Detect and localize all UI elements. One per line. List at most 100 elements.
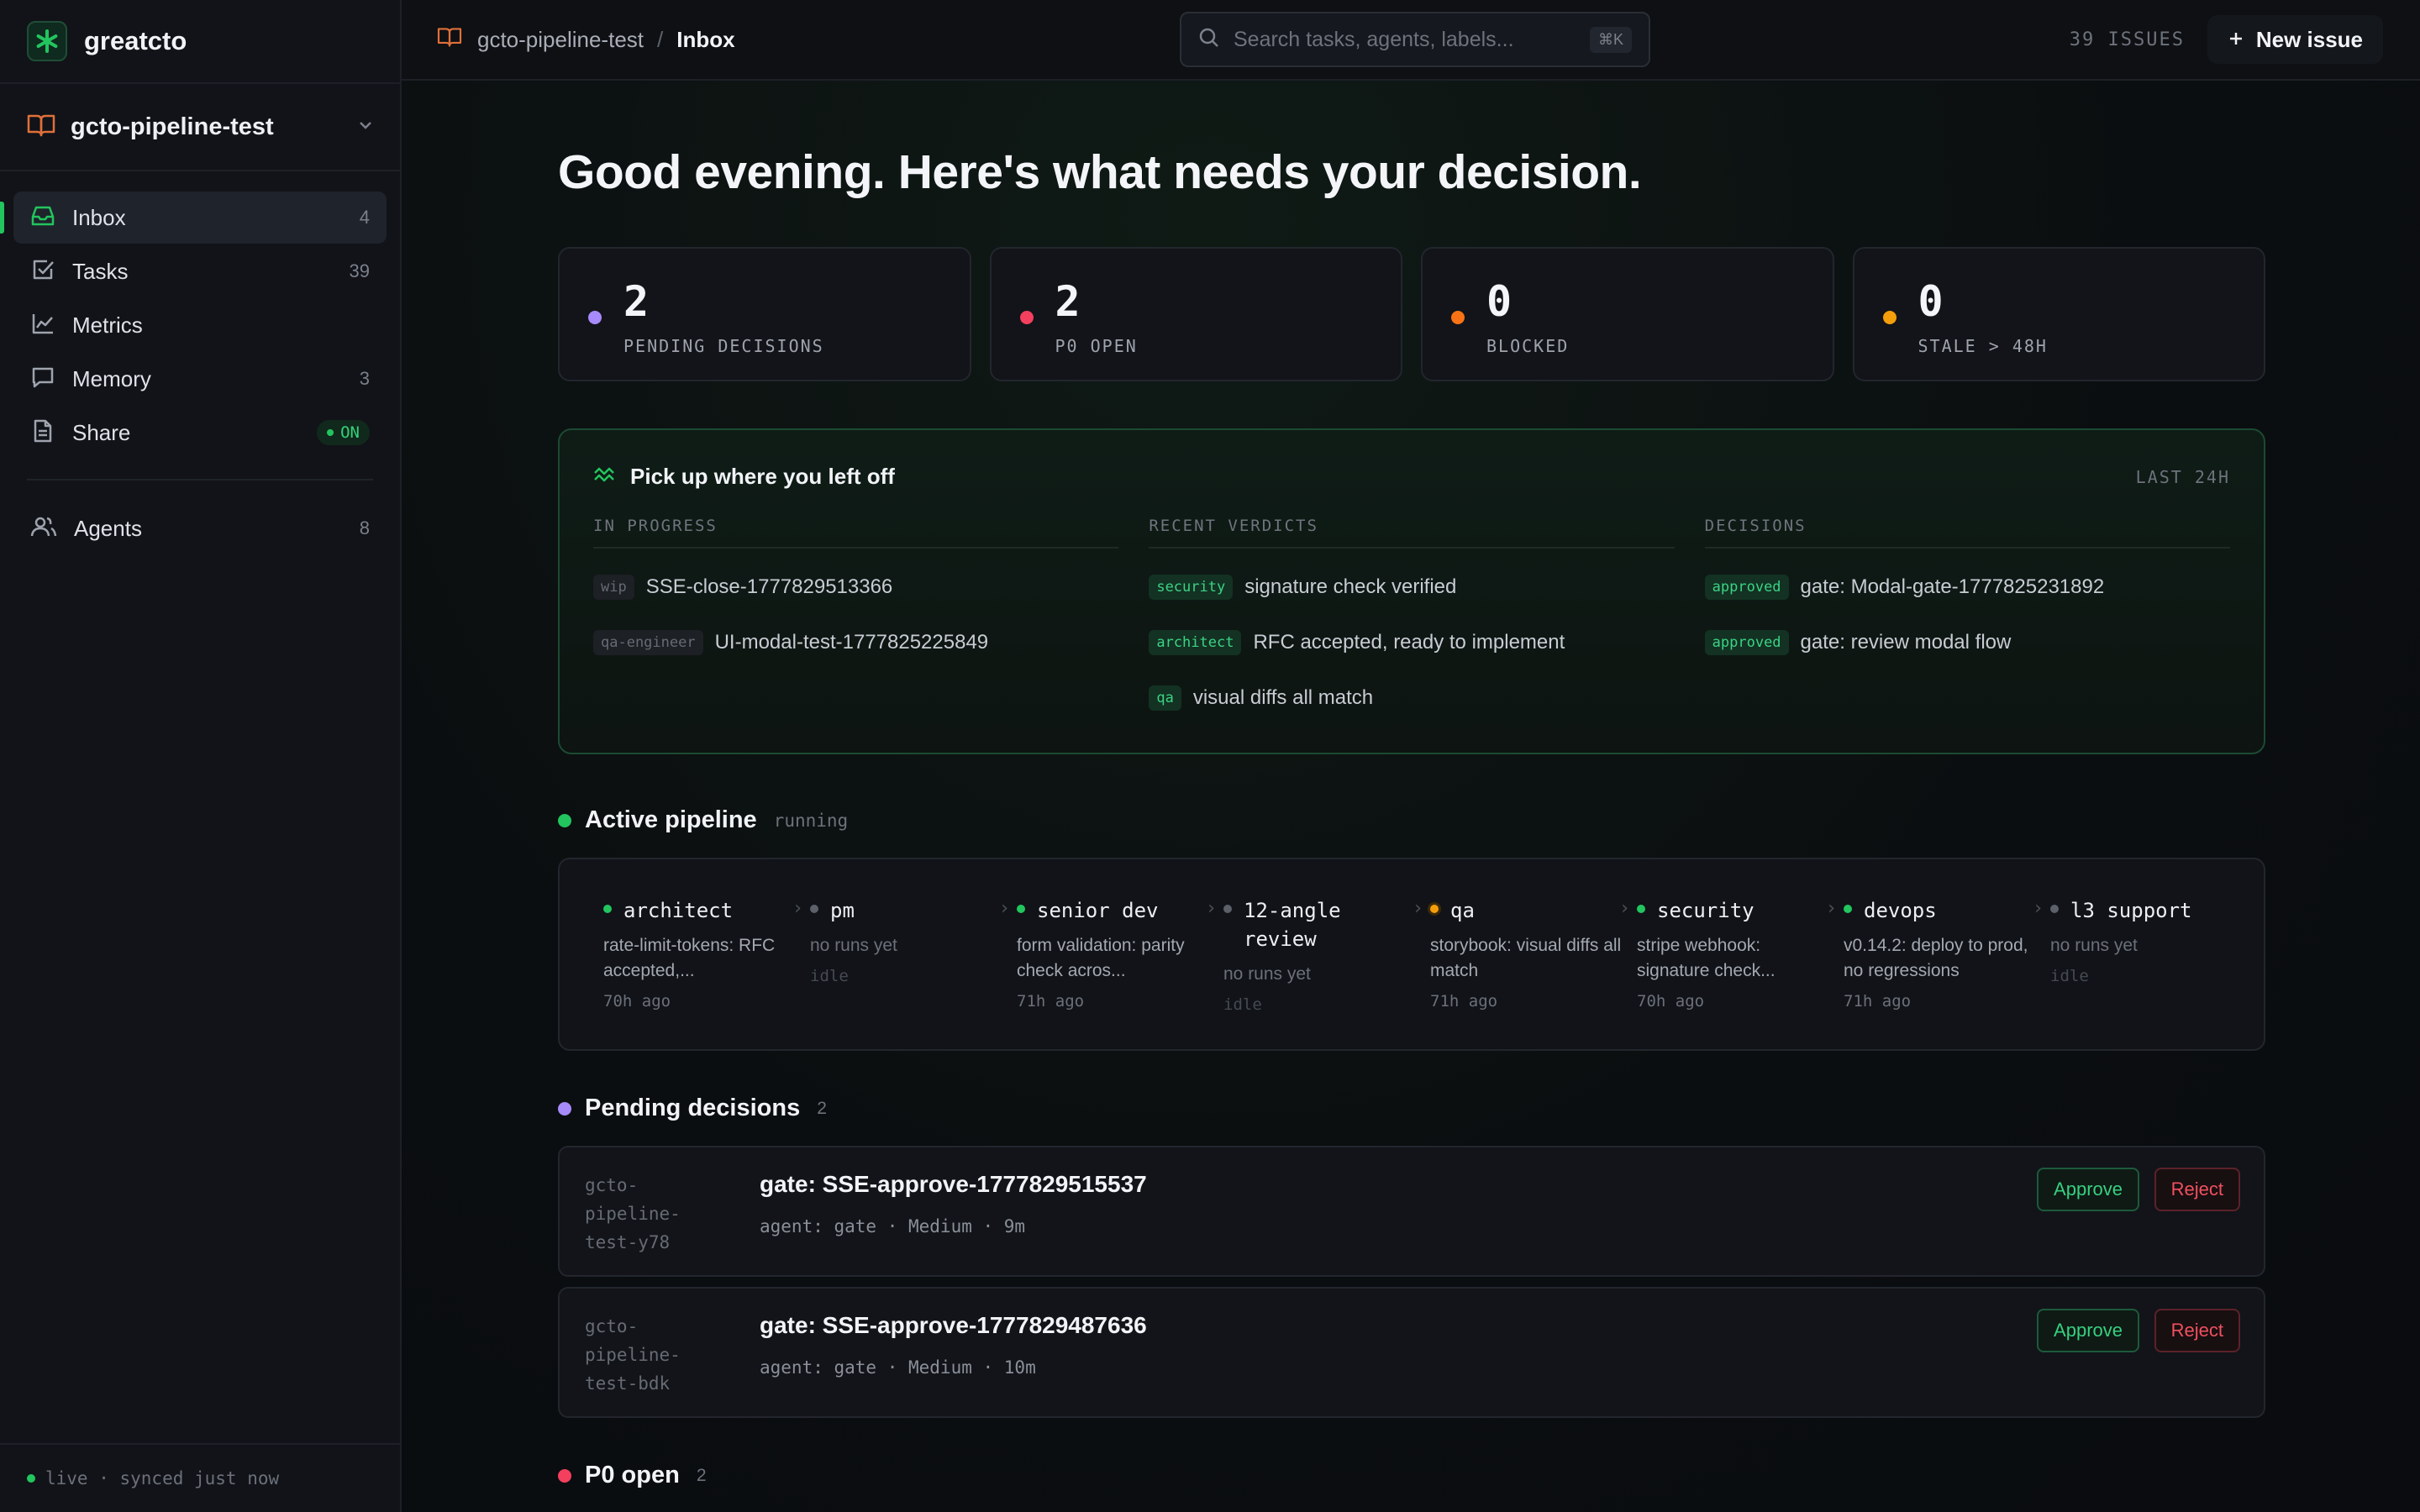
status-dot [327,429,334,436]
chevron-right-icon: › [1825,898,1837,919]
status-dot [558,1101,571,1116]
sidebar-item-agents[interactable]: Agents 8 [13,502,387,554]
sidebar-item-inbox[interactable]: Inbox 4 [0,192,387,244]
pipeline-panel: architect › rate-limit-tokens: RFC accepte… [558,858,2265,1051]
in-progress-column: IN PROGRESS wip SSE-close-1777829513366 … [593,517,1119,715]
pending-header: Pending decisions 2 [558,1095,2265,1122]
project-name: gcto-pipeline-test [71,113,274,140]
item-tag: architect [1149,630,1242,655]
status-dot [558,1468,571,1483]
stat-value: 2 [623,277,650,326]
pipeline-stage[interactable]: pm › no runs yet idle [810,896,1017,1049]
book-icon [27,113,55,142]
item-text: UI-modal-test-1777825225849 [714,631,989,654]
stage-time: 70h ago [603,992,671,1011]
pipeline-stage[interactable]: architect › rate-limit-tokens: RFC accepte… [603,896,810,1049]
decision-id: gcto-pipeline-test-y78 [585,1175,681,1252]
list-item[interactable]: security signature check verified [1149,570,1674,604]
pipeline-stage[interactable]: senior dev › form validation: parity check… [1017,896,1223,1049]
list-item[interactable]: approved gate: Modal-gate-1777825231892 [1704,570,2230,604]
plus-icon [2228,27,2244,53]
chevron-right-icon: › [2032,898,2044,919]
stage-name: senior dev [1037,899,1159,922]
new-issue-button[interactable]: New issue [2207,15,2383,64]
reject-button[interactable]: Reject [2154,1309,2240,1352]
sidebar-item-label: Memory [72,365,151,391]
brand-logo-icon[interactable] [27,21,67,61]
live-dot [27,1474,35,1483]
stage-status-dot [2050,905,2059,913]
list-item[interactable]: wip SSE-close-1777829513366 [593,570,1118,604]
new-issue-label: New issue [2255,26,2363,52]
stat-card-stale[interactable]: 0 STALE > 48H [1852,247,2265,381]
column-header: RECENT VERDICTS [1149,517,1675,549]
stage-description: rate-limit-tokens: RFC accepted,... [603,936,776,980]
sidebar-item-tasks[interactable]: Tasks 39 [13,245,387,297]
list-item[interactable]: architect RFC accepted, ready to impleme… [1149,626,1674,659]
pipeline-stage[interactable]: l3 support no runs yet idle [2050,896,2257,1049]
decision-row[interactable]: gcto-pipeline-test-bdk gate: SSE-approve… [558,1287,2265,1418]
sidebar-item-count: 3 [359,368,370,389]
sidebar-item-count: 8 [359,517,370,538]
stage-status-dot [1017,905,1025,913]
stat-card-p0[interactable]: 2 P0 OPEN [989,247,1402,381]
brand-name: greatcto [84,26,187,55]
section-title: Active pipeline [585,806,757,833]
reject-button[interactable]: Reject [2154,1168,2240,1211]
stage-time: 70h ago [1637,992,1705,1011]
breadcrumb: gcto-pipeline-test / Inbox [437,0,735,79]
stage-name: l3 support [2070,899,2192,922]
list-item[interactable]: qa visual diffs all match [1149,681,1674,715]
breadcrumb-current: Inbox [676,26,735,52]
search-icon [1198,27,1220,53]
sidebar-item-share[interactable]: Share ON [13,407,387,459]
section-count: 2 [817,1098,827,1118]
pipeline-stage[interactable]: qa › storybook: visual diffs all match 71h … [1430,896,1637,1049]
issues-count: 39 ISSUES [2069,29,2185,50]
stage-time: 71h ago [1430,992,1498,1011]
decision-meta: agent: gate · Medium · 10m [760,1357,1036,1378]
stat-card-blocked[interactable]: 0 BLOCKED [1421,247,1834,381]
chart-icon [30,311,55,340]
stat-dot [1019,311,1034,324]
pipeline-stage[interactable]: 12-angle review › no runs yet idle [1223,896,1430,1049]
section-title: Pending decisions [585,1095,801,1121]
list-item[interactable]: qa-engineer UI-modal-test-1777825225849 [593,626,1118,659]
pipeline-stage[interactable]: devops › v0.14.2: deploy to prod, no regre… [1844,896,2050,1049]
stage-name: qa [1450,899,1475,922]
sync-status-text: live · synced just now [45,1468,280,1488]
nav-divider [27,479,373,480]
sidebar-item-metrics[interactable]: Metrics [13,299,387,351]
list-item[interactable]: approved gate: review modal flow [1704,626,2230,659]
users-icon [30,514,57,543]
breadcrumb-separator: / [657,26,664,52]
pipeline-header: Active pipeline running [558,806,2265,834]
item-tag: qa [1149,685,1181,711]
column-header: IN PROGRESS [593,517,1119,549]
item-text: SSE-close-1777829513366 [645,575,893,598]
stage-name: devops [1864,899,1937,922]
stat-card-pending[interactable]: 2 PENDING DECISIONS [558,247,971,381]
stage-description: form validation: parity check acros... [1017,936,1185,980]
stage-time: idle [2050,967,2089,985]
sidebar-nav: Inbox 4 Tasks 39 Metrics Memory 3 Share … [0,171,400,554]
project-switcher[interactable]: gcto-pipeline-test [0,84,400,171]
approve-button[interactable]: Approve [2037,1168,2139,1211]
item-text: RFC accepted, ready to implement [1253,631,1565,654]
item-tag: qa-engineer [593,630,703,655]
stage-time: 71h ago [1844,992,1912,1011]
pipeline-stage[interactable]: security › stripe webhook: signature check… [1637,896,1844,1049]
decision-title: gate: SSE-approve-1777829515537 [760,1171,1147,1197]
breadcrumb-project[interactable]: gcto-pipeline-test [477,27,644,53]
recent-verdicts-column: RECENT VERDICTS security signature check… [1149,517,1675,715]
item-text: visual diffs all match [1192,686,1374,709]
sidebar-item-count: 4 [359,207,370,228]
stat-label: PENDING DECISIONS [623,336,824,356]
p0-header: P0 open 2 [558,1462,2265,1489]
sidebar-item-memory[interactable]: Memory 3 [13,353,387,405]
approve-button[interactable]: Approve [2037,1309,2139,1352]
decision-row[interactable]: gcto-pipeline-test-y78 gate: SSE-approve… [558,1146,2265,1277]
search-input[interactable]: Search tasks, agents, labels... ⌘K [1180,12,1650,67]
stage-time: idle [1223,995,1262,1014]
stage-status-dot [1430,905,1439,913]
